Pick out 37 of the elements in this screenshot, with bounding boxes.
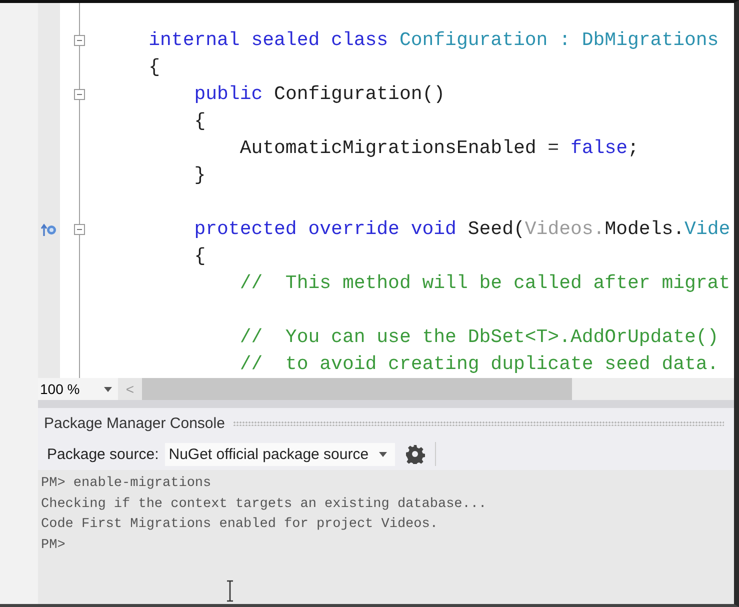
console-line: PM> enable-migrations <box>41 475 212 493</box>
console-line: PM> <box>41 536 66 554</box>
console-line: Code First Migrations enabled for project Videos. <box>41 516 439 534</box>
code-text: Models. <box>604 218 685 240</box>
caret-icon <box>104 386 112 392</box>
source-label: Package source: <box>47 446 159 462</box>
code-text: } <box>193 164 206 186</box>
code-text: // You can use the DbSet<T>.AddOrUpdate() <box>238 326 719 348</box>
caret-icon <box>378 452 387 456</box>
code-text: public <box>193 83 263 105</box>
zoom-dropdown[interactable]: 100 % <box>38 378 118 400</box>
code-text: Vide <box>684 218 730 240</box>
panel-title: Package Manager Console <box>44 414 225 432</box>
code-text: Seed( <box>466 218 525 240</box>
reference-marker-icon[interactable] <box>41 222 57 236</box>
collapse-toggle[interactable] <box>74 89 85 100</box>
panel-grip[interactable] <box>232 420 724 426</box>
collapse-toggle[interactable] <box>74 224 85 235</box>
code-text: // to avoid creating duplicate seed data. <box>238 353 719 375</box>
code-text: Configuration : DbMigrations <box>399 29 719 51</box>
scrollbar-thumb[interactable] <box>142 378 572 400</box>
code-text: { <box>148 56 160 78</box>
code-text: internal sealed class <box>148 29 390 51</box>
code-text: { <box>193 245 206 267</box>
code-text: Configuration() <box>273 83 446 105</box>
code-text: protected override void <box>193 218 456 240</box>
collapse-toggle[interactable] <box>74 35 85 46</box>
code-text: { <box>193 110 206 132</box>
text-cursor-icon <box>225 580 235 602</box>
code-text: Videos. <box>524 218 605 240</box>
settings-icon[interactable] <box>404 444 425 464</box>
code-text: AutomaticMigrationsEnabled = <box>238 137 560 159</box>
code-text: // This method will be called after migrat <box>238 272 730 294</box>
code-text: ; <box>628 137 639 159</box>
console-line: Checking if the context targets an existing database... <box>41 496 488 514</box>
code-text: false <box>570 137 628 159</box>
source-dropdown[interactable]: NuGet official package source <box>164 442 395 466</box>
